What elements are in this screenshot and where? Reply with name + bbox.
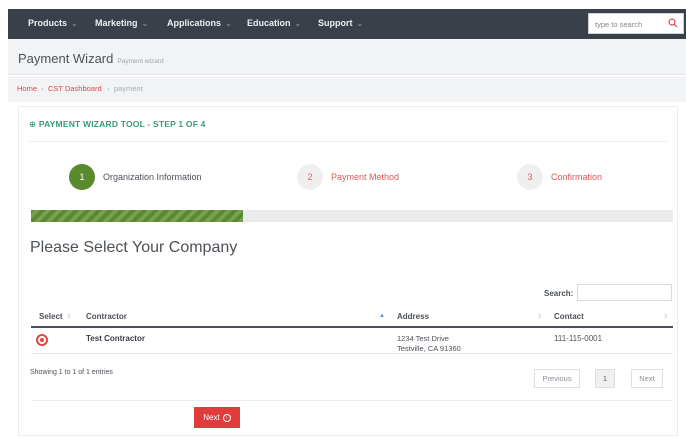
nav-item-label: Products — [28, 18, 68, 28]
chevron-down-icon: ⌄ — [225, 19, 232, 28]
column-header-address[interactable]: Address — [397, 312, 429, 321]
page-title-text: Payment Wizard — [18, 51, 114, 66]
table-search-input[interactable] — [577, 284, 672, 301]
breadcrumb-separator: › — [41, 84, 44, 93]
chevron-down-icon: ⌄ — [356, 19, 364, 28]
sort-icon[interactable]: ⇕ — [537, 313, 542, 320]
wizard-title: ⊕ PAYMENT WIZARD TOOL - STEP 1 OF 4 — [29, 119, 206, 130]
page-subtitle: Payment wizard — [117, 58, 164, 65]
cell-contact: 111-115-0001 — [554, 334, 603, 343]
nav-item-applications[interactable]: Applications ⌄ — [167, 18, 232, 28]
nav-item-label: Support — [318, 18, 353, 28]
sort-ascending-icon[interactable]: ▲ — [379, 313, 385, 319]
cell-address-line2: Testville, CA 91360 — [397, 344, 461, 353]
step-1-circle[interactable]: 1 — [69, 164, 95, 190]
step-3-circle[interactable]: 3 — [517, 164, 543, 190]
global-search — [588, 13, 684, 34]
search-icon[interactable] — [668, 18, 678, 28]
cell-address-line1: 1234 Test Drive — [397, 334, 449, 343]
column-header-contact[interactable]: Contact — [554, 312, 584, 321]
nav-item-education[interactable]: Education ⌄ — [247, 18, 301, 28]
divider — [29, 141, 667, 142]
progress-fill — [31, 210, 243, 222]
table-search-label: Search: — [544, 289, 574, 298]
top-navbar: Products ⌄ Marketing ⌄ Applications ⌄ Educa… — [8, 9, 686, 39]
chevron-down-icon: ⌄ — [71, 19, 78, 28]
wizard-progress-bar — [31, 210, 673, 222]
nav-item-support[interactable]: Support ⌄ — [318, 18, 363, 28]
nav-item-products[interactable]: Products ⌄ — [28, 18, 78, 28]
nav-item-label: Education — [247, 18, 291, 28]
divider — [31, 400, 673, 401]
select-radio-icon[interactable] — [36, 334, 48, 346]
breadcrumb-separator: › — [107, 84, 110, 93]
nav-item-label: Applications — [167, 18, 222, 28]
pagination-page-1-button[interactable]: 1 — [595, 369, 615, 388]
arrow-right-circle-icon: › — [222, 413, 231, 422]
wizard-title-text: PAYMENT WIZARD TOOL - STEP 1 OF 4 — [38, 119, 206, 129]
next-step-button[interactable]: Next › — [194, 407, 240, 428]
table-header-rule — [31, 326, 673, 328]
section-heading: Please Select Your Company — [30, 239, 238, 256]
sort-icon[interactable]: ⇕ — [66, 313, 71, 320]
step-2-circle[interactable]: 2 — [297, 164, 323, 190]
search-input[interactable] — [589, 15, 667, 34]
nav-item-label: Marketing — [95, 18, 138, 28]
breadcrumb-current: payment — [114, 84, 143, 93]
breadcrumb-cst-dashboard[interactable]: CST Dashboard — [48, 84, 102, 93]
column-header-select[interactable]: Select — [39, 312, 63, 321]
nav-item-marketing[interactable]: Marketing ⌄ — [95, 18, 148, 28]
step-2-label[interactable]: Payment Method — [331, 172, 399, 182]
lock-icon: ⊕ — [29, 119, 37, 129]
column-header-contractor[interactable]: Contractor — [86, 312, 127, 321]
step-3-label[interactable]: Confirmation — [551, 172, 602, 182]
page-title: Payment Wizard Payment wizard — [18, 51, 164, 66]
chevron-down-icon: ⌄ — [294, 19, 302, 28]
wizard-card: ⊕ PAYMENT WIZARD TOOL - STEP 1 OF 4 1 Or… — [18, 106, 678, 436]
breadcrumb: Home › CST Dashboard › payment — [8, 76, 686, 102]
next-step-label: Next — [203, 413, 220, 422]
chevron-down-icon: ⌄ — [141, 19, 149, 28]
step-1-label[interactable]: Organization Information — [103, 172, 202, 182]
breadcrumb-home[interactable]: Home — [17, 84, 37, 93]
page-header: Payment Wizard Payment wizard — [8, 39, 686, 75]
pagination-next-button[interactable]: Next — [631, 369, 663, 388]
sort-icon[interactable]: ⇕ — [663, 313, 668, 320]
pagination-previous-button[interactable]: Previous — [534, 369, 580, 388]
cell-contractor: Test Contractor — [86, 334, 145, 343]
table-info: Showing 1 to 1 of 1 entries — [30, 369, 113, 376]
table-row-rule — [31, 353, 673, 354]
